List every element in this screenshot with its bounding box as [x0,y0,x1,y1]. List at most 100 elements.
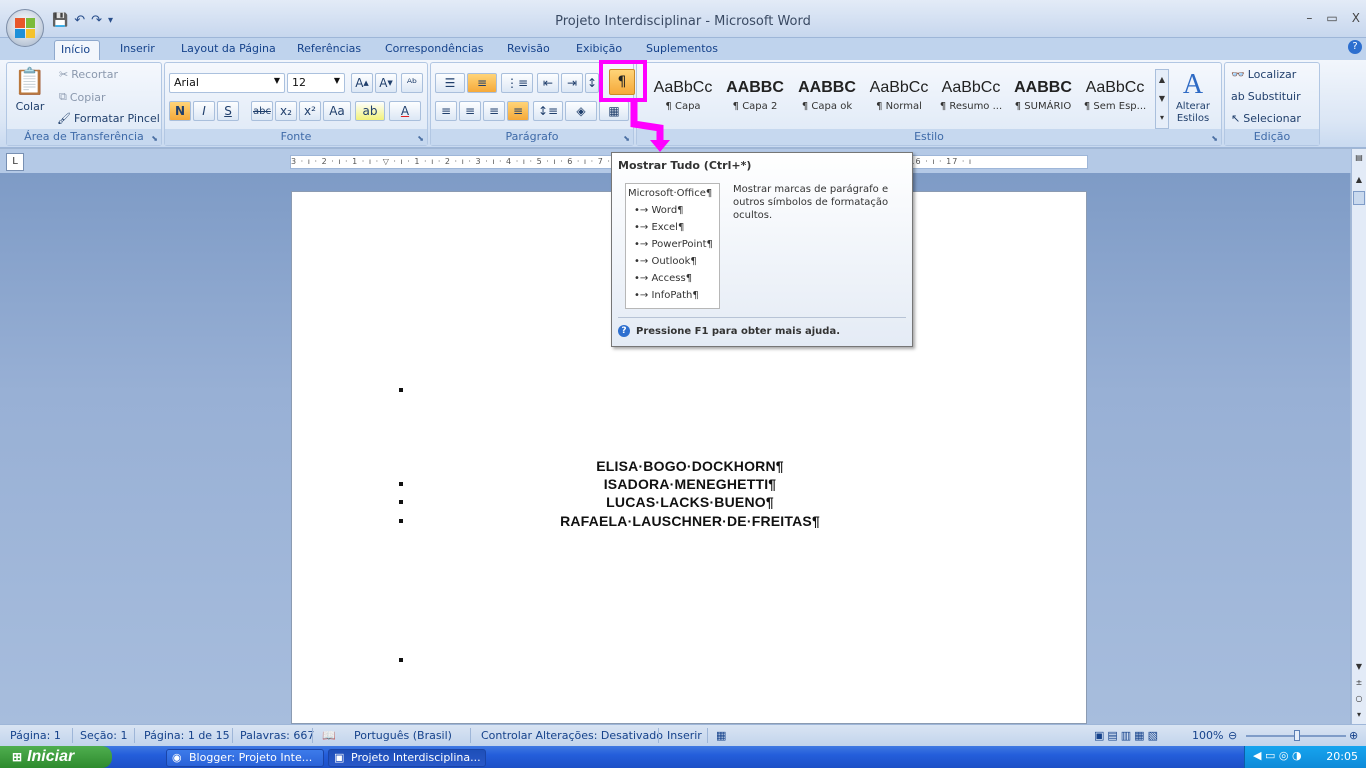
subscript-button[interactable]: x₂ [275,101,297,121]
style-sem-espacamento[interactable]: AaBbCc ¶ Sem Esp... [1081,73,1149,125]
editing-label: Edição [1225,129,1319,145]
dialog-launcher-icon[interactable]: ⬊ [1211,134,1218,143]
close-button[interactable]: X [1352,11,1360,25]
select-button[interactable]: ↖ Selecionar [1231,112,1301,125]
tab-selector-button[interactable]: L [6,153,24,171]
ribbon: 📋 Colar ✂ Recortar ⧉ Copiar 🖌 Formatar Pinc… [0,60,1366,148]
multilevel-list-icon[interactable]: ⋮≡ [501,73,533,93]
align-left-icon[interactable]: ≡ [435,101,457,121]
zoom-out-icon[interactable]: ⊖ [1228,729,1237,742]
spellcheck-icon[interactable]: 📖 [322,729,336,742]
clock[interactable]: 20:05 [1326,750,1358,763]
window-title: Projeto Interdisciplinar - Microsoft Wor… [555,14,811,29]
font-color-icon[interactable]: A [389,101,421,121]
zoom-in-icon[interactable]: ⊕ [1349,729,1358,742]
minimize-button[interactable]: – [1306,11,1312,25]
styles-label: Estilo [637,129,1221,145]
align-right-icon[interactable]: ≡ [483,101,505,121]
change-styles-button[interactable]: A Alterar Estilos [1171,69,1215,125]
cut-button[interactable]: ✂ Recortar [59,68,118,81]
superscript-button[interactable]: x² [299,101,321,121]
dropdown-icon: ▼ [333,76,340,85]
justify-icon[interactable]: ≡ [507,101,529,121]
clear-format-button[interactable]: ᴬᵇ [401,73,423,93]
status-page[interactable]: Página: 1 [10,729,61,742]
styles-scroll[interactable]: ▲ ▼ ▾ [1155,69,1169,129]
ruler-toggle-icon[interactable]: ▤ [1353,153,1365,165]
view-buttons[interactable]: ▣▤▥▦▧ [1094,729,1161,742]
increase-indent-icon[interactable]: ⇥ [561,73,583,93]
bold-button[interactable]: N [169,101,191,121]
tab-layout[interactable]: Layout da Página [175,40,282,60]
zoom-slider-thumb[interactable] [1294,730,1300,741]
status-insert-mode[interactable]: Inserir [667,729,702,742]
help-icon[interactable]: ? [1348,40,1362,54]
tab-suplementos[interactable]: Suplementos [640,40,724,60]
underline-button[interactable]: S [217,101,239,121]
paragraph-mark [399,388,403,392]
copy-button[interactable]: ⧉ Copiar [59,90,106,104]
tab-revisao[interactable]: Revisão [501,40,556,60]
restore-button[interactable]: ▭ [1326,11,1337,25]
style-sumario[interactable]: AABBC ¶ SUMÁRIO [1009,73,1077,125]
dialog-launcher-icon[interactable]: ⬊ [417,134,424,143]
macro-record-icon[interactable]: ▦ [716,729,726,742]
status-track-changes[interactable]: Controlar Alterações: Desativado [481,729,663,742]
style-capa-2[interactable]: AABBC ¶ Capa 2 [721,73,789,125]
zoom-slider[interactable] [1246,730,1346,741]
paste-button[interactable]: 📋 Colar [13,67,47,113]
status-word-count[interactable]: Palavras: 667 [240,729,314,742]
style-resumo[interactable]: AaBbCc ¶ Resumo ... [937,73,1005,125]
tooltip-show-all: Mostrar Tudo (Ctrl+*) Microsoft·Office¶ … [611,152,913,347]
replace-button[interactable]: ab Substituir [1231,90,1301,103]
style-capa-ok[interactable]: AABBC ¶ Capa ok [793,73,861,125]
taskbar-item-word[interactable]: ▣ Projeto Interdisciplina... [328,749,486,767]
status-bar: Página: 1 Seção: 1 Página: 1 de 15 Palav… [0,724,1366,746]
styles-icon: A [1182,69,1204,100]
italic-button[interactable]: I [193,101,215,121]
change-case-button[interactable]: Aa [323,101,351,121]
binoculars-icon: 👓 [1231,68,1245,81]
font-name-input[interactable]: Arial ▼ [169,73,285,93]
start-button[interactable]: ⊞ Iniciar [0,746,112,768]
taskbar: ⊞ Iniciar ◉ Blogger: Projeto Inte... ▣ Proj… [0,746,1366,768]
shrink-font-button[interactable]: A ▼ [375,73,397,93]
tab-inicio[interactable]: Início [54,40,100,60]
dialog-launcher-icon[interactable]: ⬊ [151,134,158,143]
status-page-count[interactable]: Página: 1 de 15 [144,729,230,742]
scroll-thumb[interactable] [1353,191,1365,205]
zoom-level[interactable]: 100% [1192,729,1223,742]
tab-inserir[interactable]: Inserir [114,40,161,60]
grow-font-button[interactable]: A ▲ [351,73,373,93]
numbering-icon[interactable]: ≡ [467,73,497,93]
highlight-icon[interactable]: ab [355,101,385,121]
chrome-icon: ◉ [172,751,182,764]
find-button[interactable]: 👓 Localizar [1231,68,1296,81]
tray-icons[interactable]: ◀ ▭ ◎ ◑ [1253,749,1302,762]
align-center-icon[interactable]: ≡ [459,101,481,121]
line-spacing-icon[interactable]: ↕≡ [533,101,563,121]
bullets-icon[interactable]: ☰ [435,73,465,93]
browse-object-icons[interactable]: ▼ ± ○ ▾ [1353,659,1365,723]
sort-icon[interactable]: ↕ [585,73,599,93]
styles-group: AaBbCc ¶ Capa AABBC ¶ Capa 2 AABBC ¶ Capa o… [636,62,1222,146]
tab-referencias[interactable]: Referências [291,40,367,60]
strikethrough-button[interactable]: abc [251,101,273,121]
vertical-scrollbar[interactable]: ▤ ▲ ▼ ± ○ ▾ [1351,149,1366,724]
status-language[interactable]: Português (Brasil) [354,729,452,742]
font-size-input[interactable]: 12 ▼ [287,73,345,93]
tab-correspondencias[interactable]: Correspondências [379,40,490,60]
help-icon: ? [618,325,630,337]
windows-logo-icon: ⊞ [12,750,23,764]
style-normal[interactable]: AaBbCc ¶ Normal [865,73,933,125]
status-section[interactable]: Seção: 1 [80,729,127,742]
editing-group: 👓 Localizar ab Substituir ↖ Selecionar Ediç… [1224,62,1320,146]
shading-icon[interactable]: ◈ [565,101,597,121]
tab-exibicao[interactable]: Exibição [570,40,628,60]
format-painter-button[interactable]: 🖌 Formatar Pincel [57,112,160,125]
scroll-up-icon[interactable]: ▲ [1353,175,1365,187]
taskbar-item-blogger[interactable]: ◉ Blogger: Projeto Inte... [166,749,324,767]
decrease-indent-icon[interactable]: ⇤ [537,73,559,93]
author-name-3: LUCAS·LACKS·BUENO¶ [606,494,774,510]
office-button[interactable] [6,9,44,47]
